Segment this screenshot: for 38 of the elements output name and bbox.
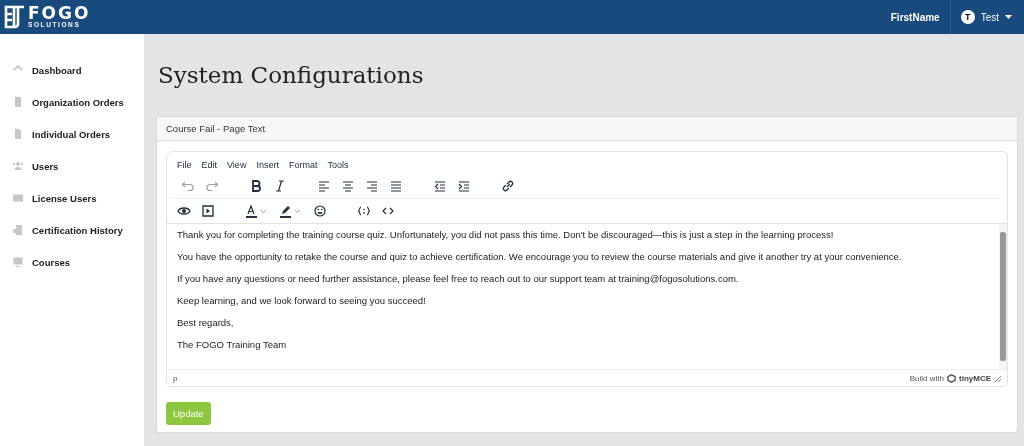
logo-icon [4,5,26,29]
branding-text: Build with [909,373,944,383]
paragraph: The FOGO Training Team [177,339,288,350]
users-icon [12,160,24,172]
menu-item[interactable]: Insert [252,158,283,172]
sidebar-item[interactable]: Individual Orders [0,118,144,150]
caret-icon [1005,15,1012,19]
paragraph: Thank you for completing the training course quiz. Unfortunately, you did not pass this time. Don't be discouraged—this is just a step in the learning process! [177,229,835,240]
avatar: T [960,10,975,24]
card-title: Course Fail - Page Text [166,123,266,134]
account-menu[interactable]: Test [980,11,999,23]
menu-item[interactable]: Tools [323,158,353,172]
menu-item[interactable]: File [173,158,196,172]
resize-handle-icon[interactable] [994,374,1001,382]
file-icon [12,128,24,140]
sidebar-item[interactable]: Courses [0,246,144,278]
menu-item[interactable]: Format [284,158,322,172]
paragraph: Best regards, [177,317,235,328]
scrollbar[interactable] [999,224,1007,369]
monitor-icon [12,256,24,268]
page-title: System Configurations [158,62,425,90]
branding-link[interactable]: tinyMCE [959,373,991,383]
sidebar-item[interactable]: Organization Orders [0,86,144,118]
element-path: p [173,373,179,383]
sidebar-item[interactable]: Dashboard [0,54,144,86]
media-icon[interactable] [199,202,217,220]
menu-item[interactable]: View [223,158,251,172]
menu-item[interactable]: Edit [197,158,222,172]
sidebar-item[interactable]: Certification History [0,214,144,246]
paragraph: You have the opportunity to retake the course and quiz to achieve certification. We encourage you to review the course materials and give it another try at your convenience. [177,251,903,262]
paragraph: If you have any questions or need further assistance, please feel free to reach out to our support team at training@fogosolutions.com. [177,273,740,284]
sidebar-item[interactable]: License Users [0,182,144,214]
user-name: FirstName [890,11,940,23]
sidebar-item[interactable]: Users [0,150,144,182]
emoji-icon[interactable] [311,202,329,220]
logo-text: FOGO [28,5,91,23]
brand-logo-icon [947,373,956,383]
paragraph: Keep learning, and we look forward to seeing you succeed! [177,295,427,306]
